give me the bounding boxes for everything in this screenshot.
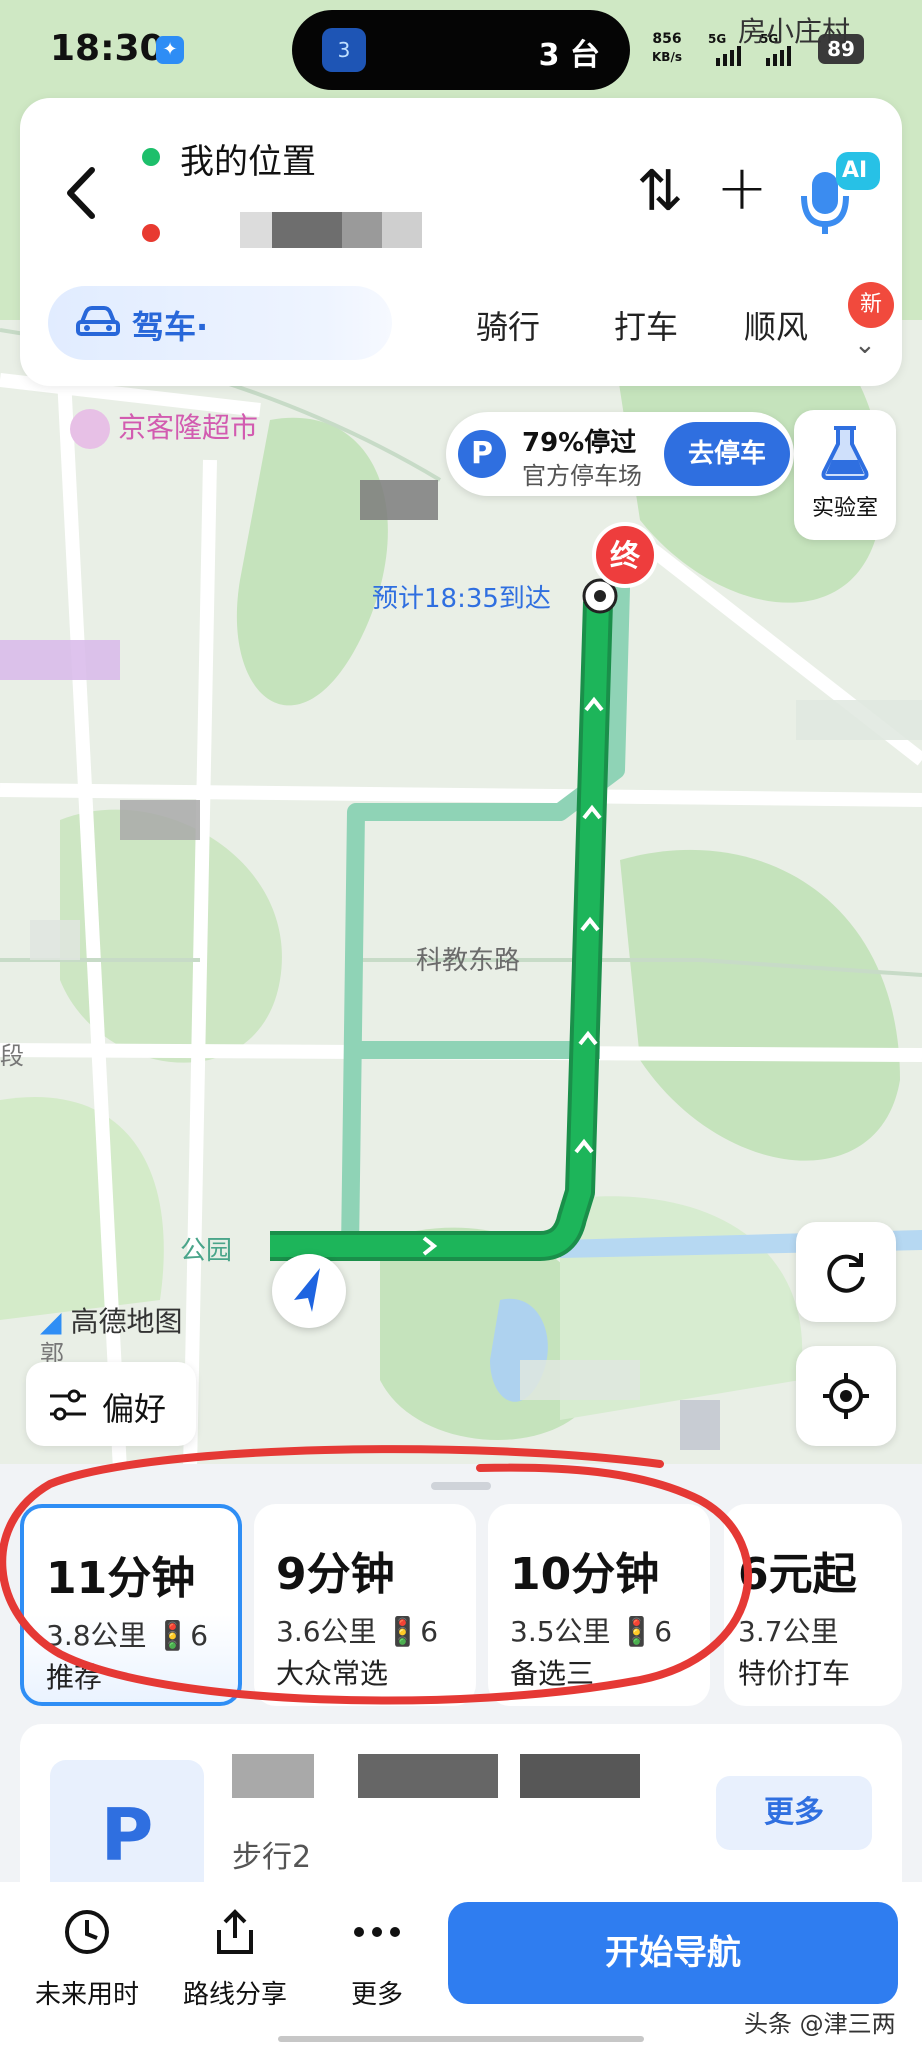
blurred-label [796, 700, 922, 740]
swap-endpoints-button[interactable]: ⇅ [630, 162, 690, 222]
net-speed-value: 856 [652, 31, 682, 47]
tab-taxi[interactable]: 打车 [614, 302, 678, 348]
locate-me-button[interactable] [796, 1346, 896, 1446]
road-name-label: 科教东路 [416, 946, 521, 976]
current-location-marker [272, 1254, 346, 1328]
sliders-icon [50, 1389, 86, 1421]
refresh-icon [827, 1253, 865, 1293]
island-text: 3 台 [538, 38, 600, 73]
ai-voice-button[interactable]: AI [796, 148, 886, 238]
clock-icon [65, 1910, 109, 1954]
chevron-down-icon[interactable]: ⌄ [854, 330, 876, 360]
destination-marker[interactable]: 终 [592, 522, 658, 588]
more-button[interactable]: 更多 [312, 1902, 442, 2011]
future-time-button[interactable]: 未来用时 [22, 1902, 152, 2011]
more-label: 更多 [350, 1980, 403, 2010]
more-parking-button[interactable]: 更多 [716, 1776, 872, 1850]
share-icon [217, 1909, 253, 1954]
blurred-label [360, 480, 438, 520]
start-navigation-button[interactable]: 开始导航 [448, 1902, 898, 2004]
car-icon [76, 306, 120, 336]
blurred-label [680, 1400, 720, 1450]
share-route-button[interactable]: 路线分享 [170, 1902, 300, 2011]
lab-button[interactable]: 实验室 [794, 410, 896, 540]
blurred-text [232, 1754, 314, 1798]
origin-field[interactable]: 我的位置 [180, 134, 316, 183]
sim1-label: 5G [708, 32, 727, 46]
dynamic-island[interactable]: 3 3 台 [292, 10, 630, 90]
navigation-arrow-icon [294, 1268, 320, 1312]
crosshair-icon [823, 1373, 869, 1419]
map-place-label: 房小庄村 [738, 15, 851, 48]
tab-drive-label: 驾车· [132, 308, 209, 346]
app-notification-icon: ✦ [156, 36, 184, 64]
refresh-button[interactable] [796, 1222, 896, 1322]
poi-name: 京客隆超市 [118, 411, 259, 444]
blurred-text [358, 1754, 498, 1798]
parking-type: 官方停车场 [522, 462, 642, 490]
watermark: 头条 @津三两 [744, 2010, 896, 2038]
blurred-label [520, 1360, 640, 1400]
tab-carpool[interactable]: 顺风 [744, 302, 808, 348]
ai-label: AI [842, 158, 868, 183]
flask-icon [821, 426, 869, 480]
shop-icon [70, 409, 110, 449]
status-bar: 18:30 ✦ 3 3 台 856 KB/s 5G 5G 89 房小庄村 [0, 0, 922, 100]
road-fragment-label: 段 [0, 1042, 24, 1070]
future-time-label: 未来用时 [34, 1980, 139, 2010]
go-parking-button[interactable]: 去停车 [664, 422, 790, 486]
back-arrow-icon[interactable] [56, 158, 106, 228]
network-speed: 856 KB/s [652, 30, 682, 66]
park-label: 公园 [180, 1236, 233, 1266]
parking-rate: 79%停过 [522, 428, 637, 458]
more-dots-icon [354, 1927, 400, 1937]
microphone-icon [801, 152, 880, 234]
signal-broadcast-icon: 3 [322, 28, 366, 72]
blurred-label [120, 800, 200, 840]
tab-bike[interactable]: 骑行 [476, 302, 540, 348]
parking-icon: P [458, 430, 506, 478]
add-waypoint-button[interactable]: + [712, 157, 772, 222]
blurred-label [0, 640, 120, 680]
destination-field[interactable] [180, 204, 560, 254]
route-input-card: 我的位置 ⇅ + AI 驾车· 骑行 打车 顺风 新 ⌄ [20, 98, 902, 386]
eta-label: 预计18:35到达 [372, 584, 551, 614]
new-badge: 新 [848, 282, 894, 328]
annotation-circle [0, 1445, 752, 1705]
travel-mode-tabs: 驾车· 骑行 打车 顺风 [48, 286, 888, 360]
poi-supermarket[interactable]: 京客隆超市 [70, 406, 258, 449]
share-route-label: 路线分享 [182, 1980, 287, 2010]
amap-logo-text: 高德地图 [70, 1305, 183, 1338]
preference-label: 偏好 [102, 1390, 167, 1428]
tab-drive[interactable]: 驾车· [48, 286, 392, 360]
lab-label: 实验室 [811, 496, 878, 521]
destination-dot [142, 224, 160, 242]
walk-distance: 步行2 [232, 1840, 312, 1875]
blurred-text [520, 1754, 640, 1798]
clock: 18:30 [50, 28, 165, 69]
parking-suggestion[interactable]: P 79%停过 官方停车场 去停车 [446, 412, 794, 496]
origin-dot [142, 148, 160, 166]
blurred-label [30, 920, 80, 960]
home-indicator[interactable] [278, 2036, 644, 2042]
preference-button[interactable]: 偏好 [26, 1362, 196, 1446]
net-speed-unit: KB/s [652, 50, 682, 64]
